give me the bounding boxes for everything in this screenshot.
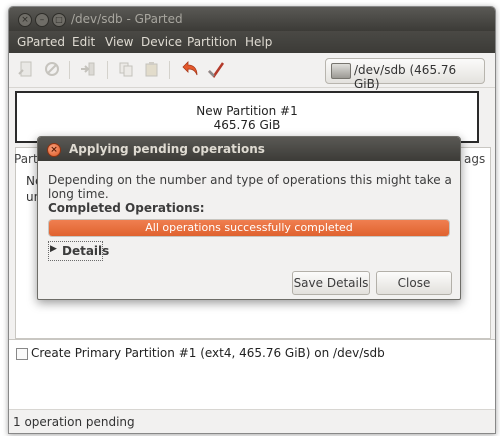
new-icon[interactable]: [17, 61, 35, 79]
copy-icon[interactable]: [117, 61, 135, 79]
minimize-icon[interactable]: –: [35, 13, 49, 27]
operation-icon: [16, 348, 28, 360]
completed-operations-label: Completed Operations:: [48, 201, 205, 215]
details-expander[interactable]: ▶ Details: [48, 241, 109, 261]
paste-icon[interactable]: [143, 61, 161, 79]
toolbar-separator: [69, 61, 70, 79]
save-details-button[interactable]: Save Details: [292, 271, 370, 295]
menu-help[interactable]: Help: [245, 35, 272, 49]
menu-edit[interactable]: Edit: [72, 35, 95, 49]
window-titlebar[interactable]: × – □ /dev/sdb - GParted: [9, 7, 495, 31]
column-header-flags[interactable]: ags: [464, 152, 485, 166]
details-label: Details: [62, 244, 110, 258]
progress-text: All operations successfully completed: [145, 221, 353, 234]
menu-gparted[interactable]: GParted: [17, 35, 65, 49]
close-button[interactable]: Close: [376, 271, 452, 295]
pending-operations-list[interactable]: Create Primary Partition #1 (ext4, 465.7…: [9, 339, 495, 410]
menu-device[interactable]: Device: [141, 35, 182, 49]
progress-bar: All operations successfully completed: [48, 219, 450, 237]
apply-icon[interactable]: [207, 61, 225, 79]
menu-view[interactable]: View: [105, 35, 133, 49]
partition-size: 465.76 GiB: [213, 118, 281, 132]
device-selector[interactable]: /dev/sdb (465.76 GiB): [325, 58, 485, 91]
menubar: GParted Edit View Device Partition Help: [9, 31, 495, 53]
window-title: /dev/sdb - GParted: [71, 12, 183, 26]
device-selector-label: /dev/sdb (465.76 GiB): [354, 63, 457, 91]
toolbar: /dev/sdb (465.76 GiB): [9, 53, 495, 91]
dialog-close-icon[interactable]: ×: [47, 143, 61, 157]
partition-name: New Partition #1: [196, 104, 298, 118]
partition-block[interactable]: New Partition #1 465.76 GiB: [17, 93, 477, 141]
maximize-icon[interactable]: □: [52, 13, 66, 27]
dialog-message: Depending on the number and type of oper…: [48, 173, 452, 201]
expander-arrow-icon: ▶: [50, 244, 57, 254]
menu-partition[interactable]: Partition: [187, 35, 237, 49]
dialog-titlebar[interactable]: × Applying pending operations: [38, 137, 460, 161]
statusbar: 1 operation pending: [9, 409, 495, 433]
apply-operations-dialog: × Applying pending operations Depending …: [37, 136, 461, 300]
dialog-title: Applying pending operations: [69, 142, 265, 156]
disk-icon: [331, 63, 351, 79]
status-text: 1 operation pending: [13, 415, 135, 429]
toolbar-separator: [169, 61, 170, 79]
close-icon[interactable]: ×: [18, 13, 32, 27]
list-item[interactable]: Create Primary Partition #1 (ext4, 465.7…: [31, 346, 385, 360]
resize-icon[interactable]: [79, 61, 97, 79]
toolbar-separator: [107, 61, 108, 79]
delete-icon[interactable]: [43, 61, 61, 79]
undo-icon[interactable]: [181, 61, 199, 79]
